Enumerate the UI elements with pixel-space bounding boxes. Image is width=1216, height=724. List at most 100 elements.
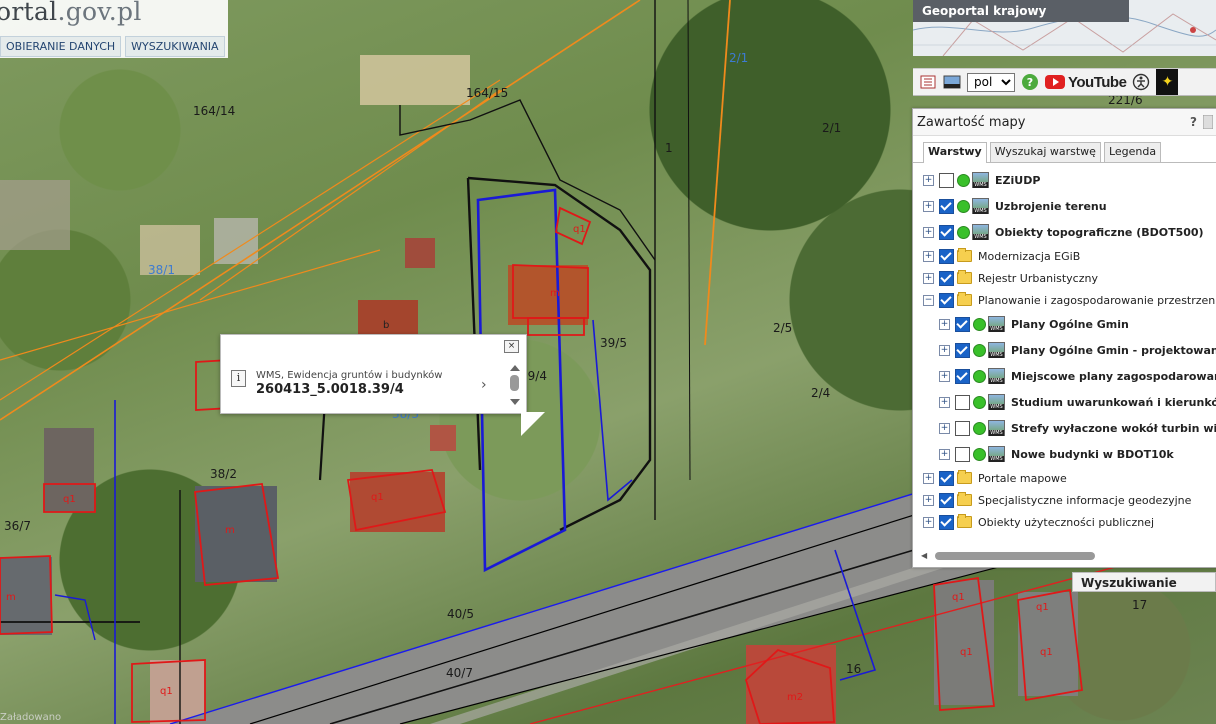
parcel-label: 38/1 [148,263,175,277]
info-icon: i [231,370,246,387]
expand-icon[interactable]: + [923,200,934,212]
layer-row[interactable]: + Portale mapowe [913,467,1216,489]
layer-label[interactable]: Planowanie i zagospodarowanie przestrzen… [978,294,1216,307]
panel-resize-icon[interactable] [1203,115,1213,129]
layer-label[interactable]: Obiekty użyteczności publicznej [978,516,1154,529]
expand-icon[interactable]: + [923,250,934,262]
layer-row[interactable]: + Obiekty użyteczności publicznej [913,511,1216,533]
expand-icon[interactable]: + [939,344,950,356]
layer-row[interactable]: + Nowe budynki w BDOT10k [913,441,1216,467]
expand-icon[interactable]: + [923,516,934,528]
scrollbar-thumb[interactable] [935,552,1095,560]
scroll-up-icon[interactable] [510,365,520,371]
layer-label[interactable]: Obiekty topograficzne (BDOT500) [995,226,1204,239]
wms-layer-icon [972,198,989,214]
expand-icon[interactable]: + [939,318,950,330]
layer-row[interactable]: + Obiekty topograficzne (BDOT500) [913,219,1216,245]
layer-row[interactable]: − Planowanie i zagospodarowanie przestrze… [913,289,1216,311]
layer-checkbox[interactable] [939,224,954,240]
expand-icon[interactable]: + [939,422,950,434]
expand-icon[interactable]: + [939,396,950,408]
parcel-label: 36/7 [4,519,31,533]
toolbar: pol ? YouTube ✦ [913,68,1216,96]
layer-tree-scrollbar[interactable]: ◀ [921,551,1206,561]
collapse-icon[interactable]: − [923,294,934,306]
layer-checkbox[interactable] [955,368,970,384]
layer-checkbox[interactable] [939,492,954,508]
wms-add-icon[interactable] [943,73,961,91]
layer-row[interactable]: + Plany Ogólne Gmin [913,311,1216,337]
expand-icon[interactable]: + [939,448,950,460]
layer-checkbox[interactable] [939,198,954,214]
layer-label[interactable]: Uzbrojenie terenu [995,200,1107,213]
layer-checkbox[interactable] [955,446,970,462]
layer-row[interactable]: + Miejscowe plany zagospodarowania p [913,363,1216,389]
layer-row[interactable]: + Studium uwarunkowań i kierunków z [913,389,1216,415]
layer-label[interactable]: Modernizacja EGiB [978,250,1080,263]
layer-label[interactable]: Miejscowe plany zagospodarowania p [1011,370,1216,383]
layer-label[interactable]: Plany Ogólne Gmin - projektowane [1011,344,1216,357]
panel-help-button[interactable]: ? [1190,115,1197,129]
scroll-down-icon[interactable] [510,399,520,405]
layer-row[interactable]: + Strefy wyłaczone wokół turbin wiatro [913,415,1216,441]
layer-checkbox[interactable] [955,316,970,332]
folder-icon [957,470,972,484]
popup-scrollbar[interactable] [509,365,521,409]
parcel-label: 39/5 [600,336,627,350]
favourites-icon[interactable]: ✦ [1156,69,1179,95]
site-logo[interactable]: ortal.gov.pl [0,0,142,26]
chevron-right-icon[interactable]: › [481,377,487,393]
layer-status-icon [957,225,970,239]
tab-legend[interactable]: Legenda [1103,142,1162,162]
layer-row[interactable]: + Uzbrojenie terenu [913,193,1216,219]
parcel-label: 2/1 [822,121,841,135]
expand-icon[interactable]: + [923,472,934,484]
menu-download-data[interactable]: OBIERANIE DANYCH [0,36,122,57]
layer-row[interactable]: + Rejestr Urbanistyczny [913,267,1216,289]
search-panel-header[interactable]: Wyszukiwanie [1072,572,1216,592]
layer-checkbox[interactable] [939,470,954,486]
building-label: m [225,525,235,536]
map-building [405,238,435,268]
layer-label[interactable]: Specjalistyczne informacje geodezyjne [978,494,1191,507]
wms-layer-icon [988,394,1005,410]
layer-checkbox[interactable] [955,394,970,410]
layer-checkbox[interactable] [939,292,954,308]
layer-label[interactable]: Portale mapowe [978,472,1067,485]
layer-checkbox[interactable] [939,270,954,286]
popup-scroll-thumb[interactable] [510,375,519,391]
expand-icon[interactable]: + [923,174,934,186]
layer-row[interactable]: + Specjalistyczne informacje geodezyjne [913,489,1216,511]
expand-icon[interactable]: + [923,272,934,284]
tab-find-layer[interactable]: Wyszukaj warstwę [989,142,1101,162]
youtube-link[interactable]: YouTube [1045,74,1127,91]
expand-icon[interactable]: + [939,370,950,382]
expand-icon[interactable]: + [923,494,934,506]
layer-label[interactable]: Nowe budynki w BDOT10k [1011,448,1174,461]
popup-parcel-id[interactable]: 260413_5.0018.39/4 [256,382,404,397]
layer-label[interactable]: Studium uwarunkowań i kierunków z [1011,396,1216,409]
accessibility-icon[interactable] [1132,73,1150,91]
layer-row[interactable]: + Plany Ogólne Gmin - projektowane [913,337,1216,363]
layer-label[interactable]: Strefy wyłaczone wokół turbin wiatro [1011,422,1216,435]
layer-checkbox[interactable] [939,248,954,264]
language-select[interactable]: pol [967,72,1015,92]
layer-checkbox[interactable] [955,420,970,436]
help-icon[interactable]: ? [1021,73,1039,91]
expand-icon[interactable]: + [923,226,934,238]
layer-row[interactable]: + EZiUDP [913,167,1216,193]
layer-label[interactable]: Rejestr Urbanistyczny [978,272,1098,285]
layer-checkbox[interactable] [939,514,954,530]
layer-checkbox[interactable] [939,172,954,188]
map-book-icon[interactable] [919,73,937,91]
popup-close-button[interactable]: × [504,340,519,353]
map-contents-panel: Zawartość mapy ? Warstwy Wyszukaj warstw… [912,108,1216,568]
layer-row[interactable]: + Modernizacja EGiB [913,245,1216,267]
layer-label[interactable]: Plany Ogólne Gmin [1011,318,1129,331]
tab-layers[interactable]: Warstwy [923,142,987,163]
layer-label[interactable]: EZiUDP [995,174,1040,187]
scroll-left-icon[interactable]: ◀ [921,551,927,560]
geoportal-krajowy-overview[interactable]: Geoportal krajowy [913,0,1216,56]
layer-checkbox[interactable] [955,342,970,358]
menu-search[interactable]: WYSZUKIWANIA [125,36,225,57]
